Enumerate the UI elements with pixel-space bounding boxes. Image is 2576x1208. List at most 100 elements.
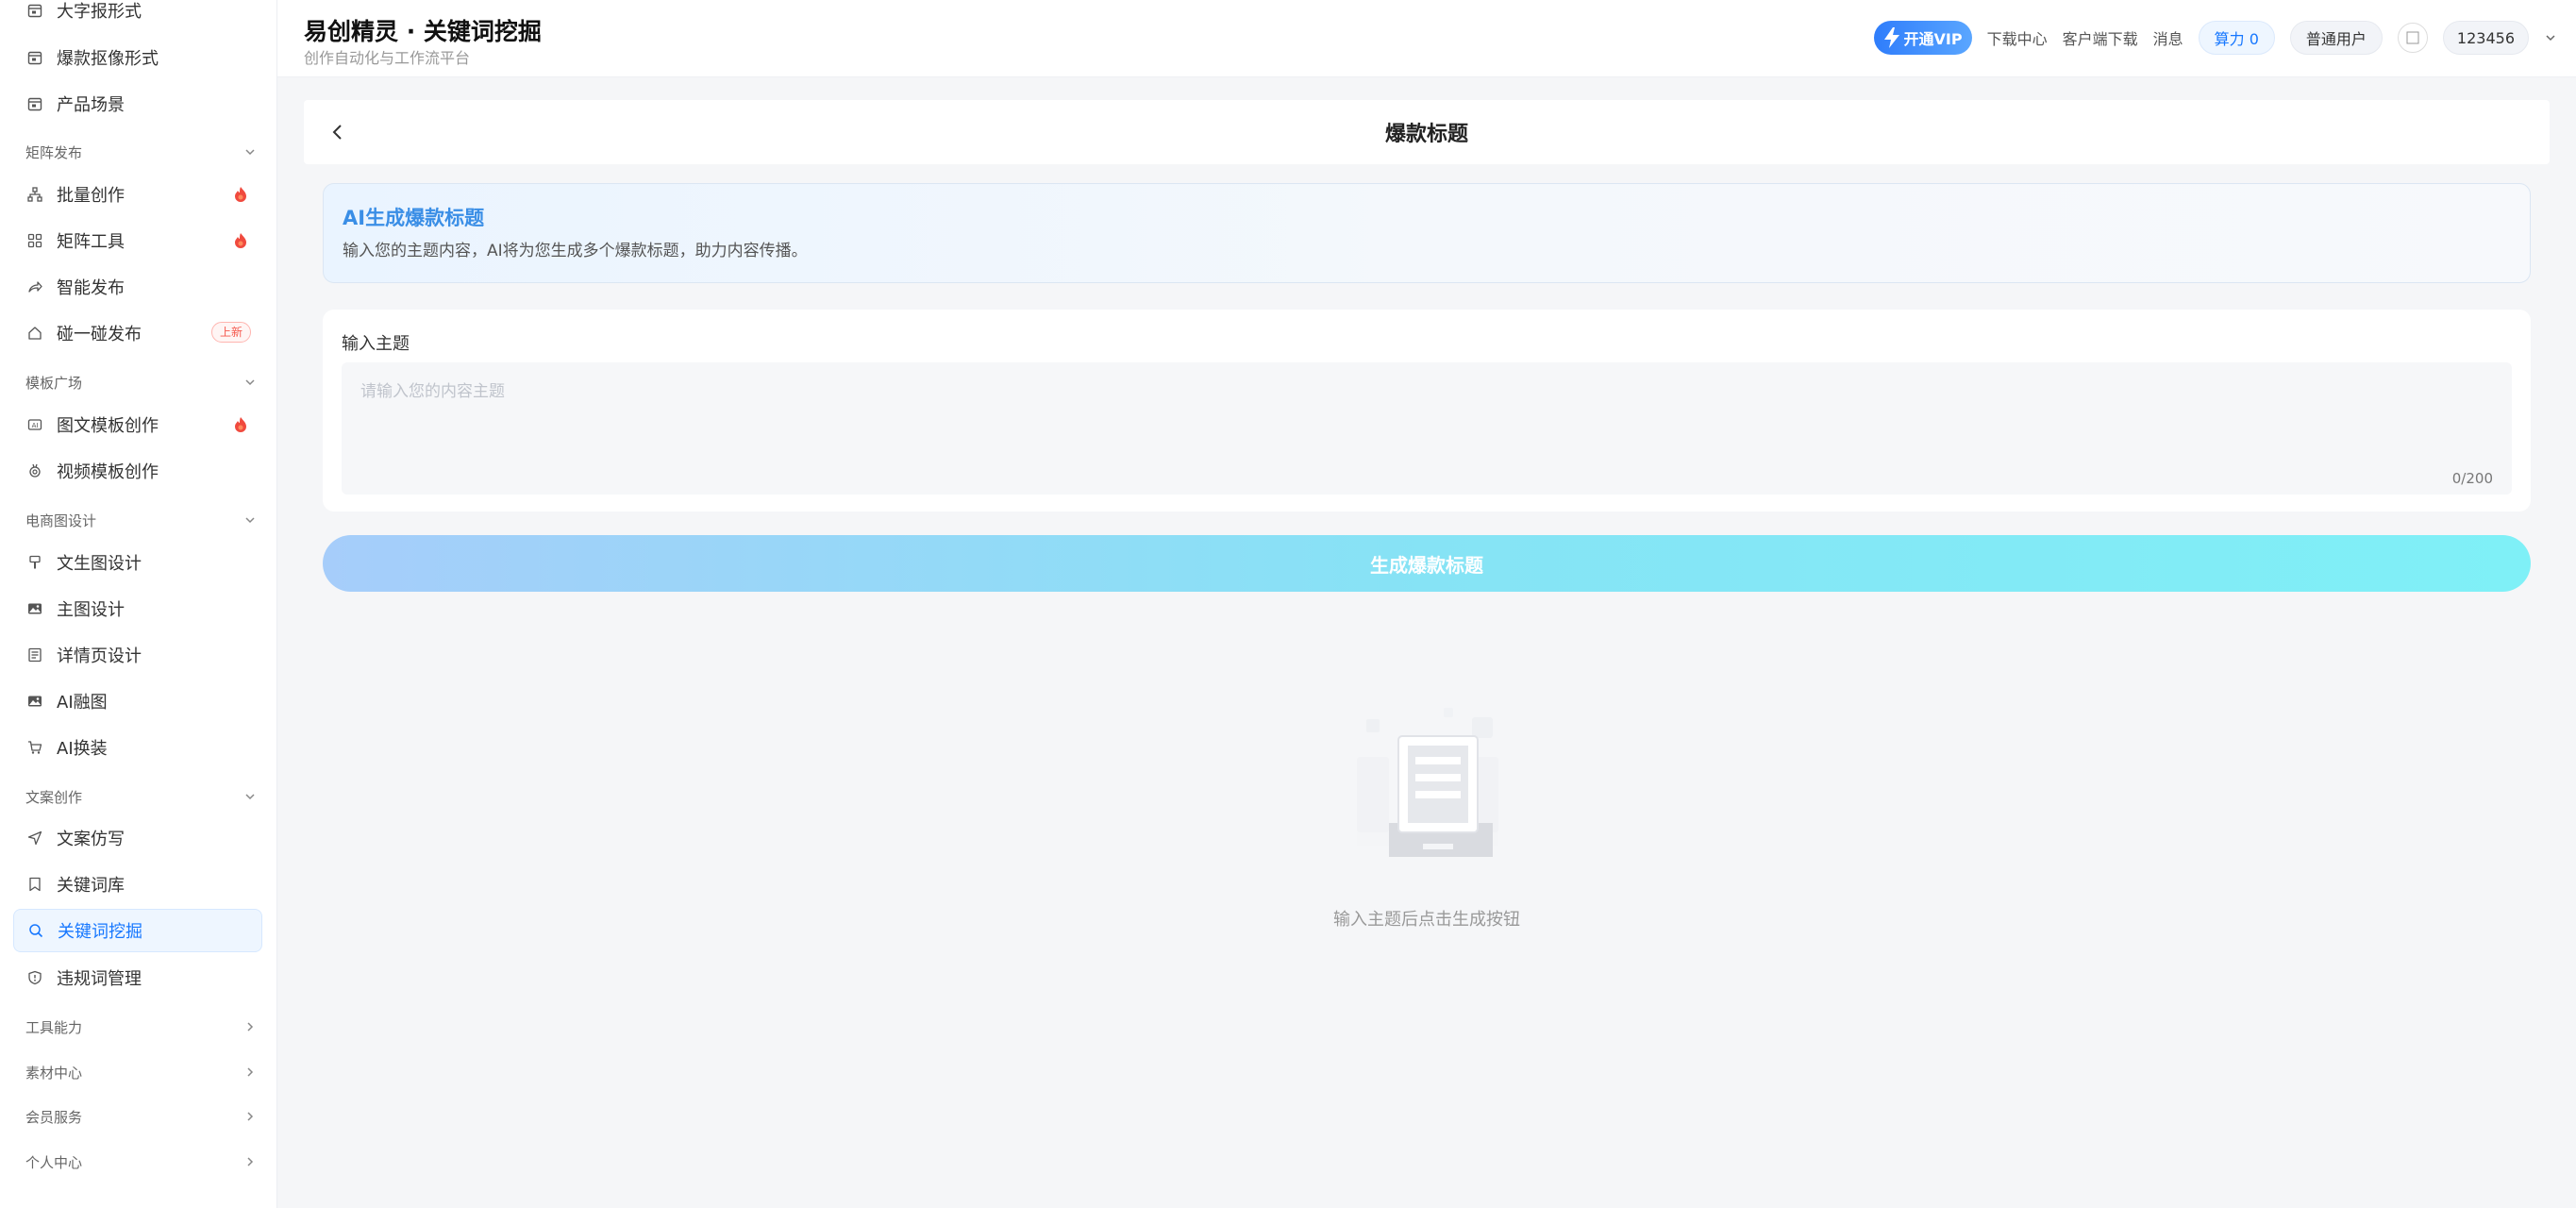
group-label: 个人中心 <box>25 1153 83 1171</box>
brush-icon <box>26 554 43 571</box>
sidebar-item-matrix-tools[interactable]: 矩阵工具 <box>13 219 262 262</box>
fire-icon <box>235 187 246 202</box>
chevron-down-icon <box>245 379 255 386</box>
user-menu[interactable]: 123456 <box>2442 21 2529 55</box>
group-label: 模板广场 <box>25 374 83 392</box>
header-actions: 开通VIP 下载中心 客户端下载 消息 算力 0 普通用户 123456 <box>1873 19 2558 57</box>
bookmark-icon <box>26 876 43 893</box>
search-icon <box>27 922 44 939</box>
sidebar-group-materials[interactable]: 素材中心 <box>25 1058 257 1086</box>
sidebar-item-big-poster[interactable]: 大字报形式 <box>13 0 262 32</box>
fire-icon <box>235 417 246 432</box>
sidebar-item-keyword-mining[interactable]: 关键词挖掘 <box>13 909 262 952</box>
sidebar-item-text-to-image[interactable]: 文生图设计 <box>13 541 262 584</box>
chevron-right-icon <box>247 1157 254 1166</box>
sidebar-item-video-template[interactable]: 视频模板创作 <box>13 449 262 493</box>
list-icon <box>26 646 43 663</box>
chevron-down-icon <box>245 794 255 800</box>
sidebar-item-main-image[interactable]: 主图设计 <box>13 587 262 630</box>
sidebar-group-ecommerce[interactable]: 电商图设计 <box>25 506 257 534</box>
empty-state-text: 输入主题后点击生成按钮 <box>1333 910 1520 930</box>
sidebar-item-ai-outfit[interactable]: AI换装 <box>13 726 262 769</box>
sidebar-group-tools[interactable]: 工具能力 <box>25 1013 257 1041</box>
sidebar-item-label: 批量创作 <box>57 186 125 206</box>
sidebar-item-copy-imitate[interactable]: 文案仿写 <box>13 816 262 860</box>
user-type-badge[interactable]: 普通用户 <box>2289 21 2383 55</box>
vip-button[interactable]: 开通VIP <box>1873 21 1972 55</box>
chevron-right-icon <box>247 1067 254 1077</box>
chevron-down-icon <box>245 517 255 524</box>
card-icon: AI <box>26 416 43 433</box>
messages-link[interactable]: 消息 <box>2153 26 2183 49</box>
sidebar-group-personal[interactable]: 个人中心 <box>25 1148 257 1176</box>
sidebar-item-keyword-library[interactable]: 关键词库 <box>13 863 262 906</box>
intro-description: 输入您的主题内容，AI将为您生成多个爆款标题，助力内容传播。 <box>343 242 808 260</box>
image-icon <box>26 600 43 617</box>
top-header: 易创精灵 · 关键词挖掘 创作自动化与工作流平台 开通VIP 下载中心 客户端下… <box>277 0 2576 77</box>
sidebar-item-detail-page[interactable]: 详情页设计 <box>13 633 262 677</box>
calendar-icon <box>26 95 43 112</box>
group-label: 会员服务 <box>25 1108 83 1126</box>
new-badge: 上新 <box>210 322 251 343</box>
sidebar-item-batch-create[interactable]: 批量创作 <box>13 173 262 216</box>
chevron-down-icon[interactable] <box>2544 31 2557 44</box>
sidebar-item-ai-blend[interactable]: AI融图 <box>13 680 262 723</box>
topic-input-label: 输入主题 <box>342 334 410 354</box>
svg-text:AI: AI <box>32 422 39 429</box>
sidebar-item-smart-publish[interactable]: 智能发布 <box>13 265 262 309</box>
sidebar-group-templates[interactable]: 模板广场 <box>25 368 257 396</box>
power-badge[interactable]: 算力 0 <box>2198 21 2275 55</box>
medal-icon <box>26 462 43 479</box>
calendar-icon <box>26 2 43 19</box>
sidebar-item-label: 爆款抠像形式 <box>57 49 159 69</box>
sidebar-item-label: 智能发布 <box>57 278 125 298</box>
lightning-icon <box>1883 27 1899 48</box>
shield-icon <box>26 969 43 986</box>
share-icon <box>26 278 43 295</box>
generate-button[interactable]: 生成爆款标题 <box>323 535 2531 592</box>
sidebar-item-label: AI换装 <box>57 739 108 759</box>
intro-banner: AI生成爆款标题 输入您的主题内容，AI将为您生成多个爆款标题，助力内容传播。 <box>323 183 2531 283</box>
vip-label: 开通VIP <box>1903 30 1963 48</box>
intro-title: AI生成爆款标题 <box>343 207 485 229</box>
page-titlebar: 爆款标题 <box>304 100 2550 164</box>
sidebar-item-label: 关键词库 <box>57 876 125 896</box>
chevron-down-icon <box>245 149 255 156</box>
sidebar-item-label: 碰一碰发布 <box>57 325 142 344</box>
avatar[interactable] <box>2397 23 2428 53</box>
empty-state: 输入主题后点击生成按钮 <box>277 700 2576 1021</box>
sidebar-item-violation-words[interactable]: 违规词管理 <box>13 956 262 999</box>
image-icon <box>26 693 43 710</box>
char-counter: 0/200 <box>2451 470 2493 487</box>
client-download-link[interactable]: 客户端下载 <box>2063 26 2138 49</box>
group-label: 文案创作 <box>25 788 83 806</box>
home-icon <box>26 325 43 342</box>
sidebar-item-cutout[interactable]: 爆款抠像形式 <box>13 36 262 79</box>
chevron-right-icon <box>247 1022 254 1032</box>
sidebar-item-label: 视频模板创作 <box>57 462 159 482</box>
sidebar-group-copywriting[interactable]: 文案创作 <box>25 782 257 811</box>
calendar-icon <box>26 49 43 66</box>
sidebar: 大字报形式 爆款抠像形式 产品场景 矩阵发布 批量创作 矩阵工具 智能发布 碰一… <box>0 0 277 1208</box>
group-label: 矩阵发布 <box>25 143 83 161</box>
download-center-link[interactable]: 下载中心 <box>1987 26 2048 49</box>
sidebar-item-product-scene[interactable]: 产品场景 <box>13 82 262 126</box>
send-icon <box>26 830 43 847</box>
topic-input[interactable] <box>342 362 2512 495</box>
sidebar-item-label: 产品场景 <box>57 95 125 115</box>
sidebar-item-label: 违规词管理 <box>57 969 142 989</box>
sidebar-group-membership[interactable]: 会员服务 <box>25 1102 257 1131</box>
sidebar-item-tap-publish[interactable]: 碰一碰发布 上新 <box>13 311 262 355</box>
sidebar-item-label: AI融图 <box>57 693 108 713</box>
app-subtitle: 创作自动化与工作流平台 <box>304 49 471 67</box>
empty-document-icon <box>1357 708 1498 857</box>
page-title: 爆款标题 <box>1384 123 1468 146</box>
grid-icon <box>26 232 43 249</box>
sidebar-item-image-template[interactable]: AI 图文模板创作 <box>13 403 262 446</box>
main-content: 爆款标题 AI生成爆款标题 输入您的主题内容，AI将为您生成多个爆款标题，助力内… <box>277 77 2576 1208</box>
sidebar-item-label: 关键词挖掘 <box>58 922 142 942</box>
group-label: 电商图设计 <box>25 512 97 529</box>
app-title: 易创精灵 · 关键词挖掘 <box>304 18 542 45</box>
sidebar-group-matrix[interactable]: 矩阵发布 <box>25 138 257 166</box>
group-label: 素材中心 <box>25 1064 83 1082</box>
